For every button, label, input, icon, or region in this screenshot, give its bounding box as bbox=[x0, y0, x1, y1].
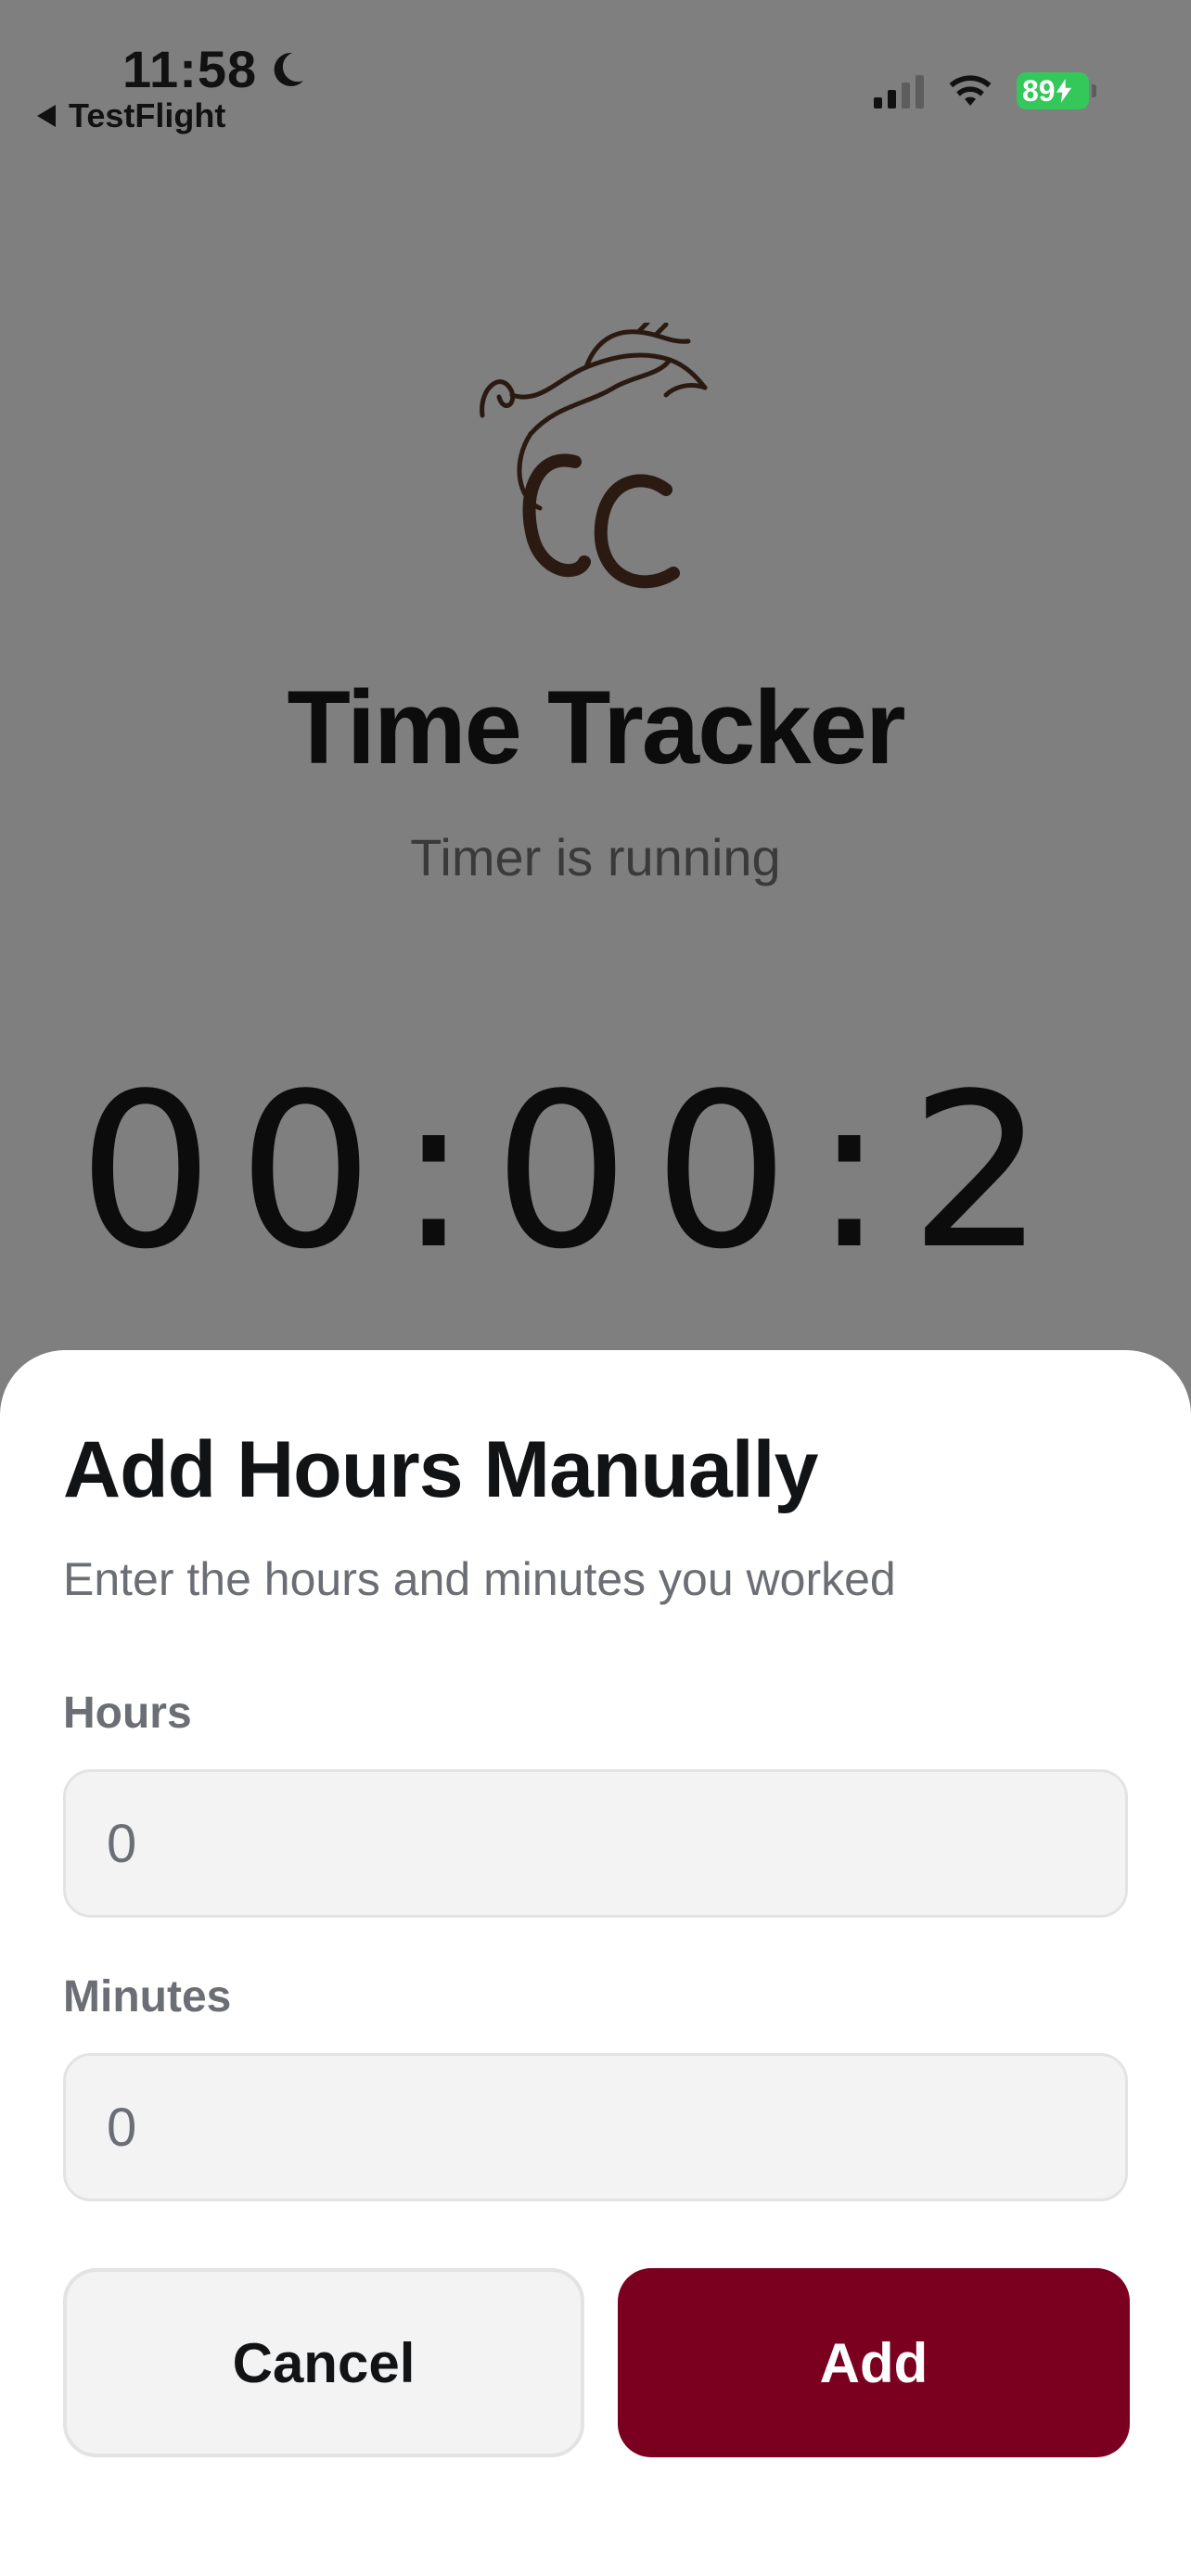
battery-level: 89 bbox=[1022, 73, 1056, 108]
add-hours-sheet: Add Hours Manually Enter the hours and m… bbox=[0, 1350, 1191, 2576]
charging-bolt-icon bbox=[1056, 79, 1071, 103]
status-bar-time: 11:58 bbox=[122, 39, 309, 99]
hours-label: Hours bbox=[63, 1689, 192, 1738]
cellular-signal-icon bbox=[874, 73, 924, 108]
timer-status: Timer is running bbox=[410, 828, 781, 886]
status-time-text: 11:58 bbox=[122, 40, 258, 98]
status-indicators: 89 bbox=[874, 72, 1096, 109]
cc-horse-logo bbox=[480, 323, 708, 589]
cancel-button[interactable]: Cancel bbox=[63, 2268, 584, 2457]
timer-display: 00:00:2 bbox=[78, 1049, 1069, 1296]
wifi-icon bbox=[949, 75, 992, 106]
sheet-subtitle: Enter the hours and minutes you worked bbox=[63, 1553, 896, 1605]
back-arrow-icon bbox=[37, 105, 56, 127]
back-to-testflight-link[interactable]: TestFlight bbox=[37, 96, 225, 135]
app-screen: 11:58 TestFlight 89 Time Tracker Timer i… bbox=[0, 0, 1191, 2576]
back-link-label: TestFlight bbox=[69, 96, 226, 134]
moon-icon bbox=[274, 52, 304, 86]
battery-charging-icon: 89 bbox=[1017, 72, 1096, 109]
app-title: Time Tracker bbox=[287, 670, 905, 785]
sheet-title: Add Hours Manually bbox=[63, 1425, 818, 1514]
add-button[interactable]: Add bbox=[618, 2268, 1130, 2457]
hours-input[interactable] bbox=[63, 1769, 1128, 1918]
minutes-label: Minutes bbox=[63, 1972, 232, 2021]
minutes-input[interactable] bbox=[63, 2053, 1128, 2201]
